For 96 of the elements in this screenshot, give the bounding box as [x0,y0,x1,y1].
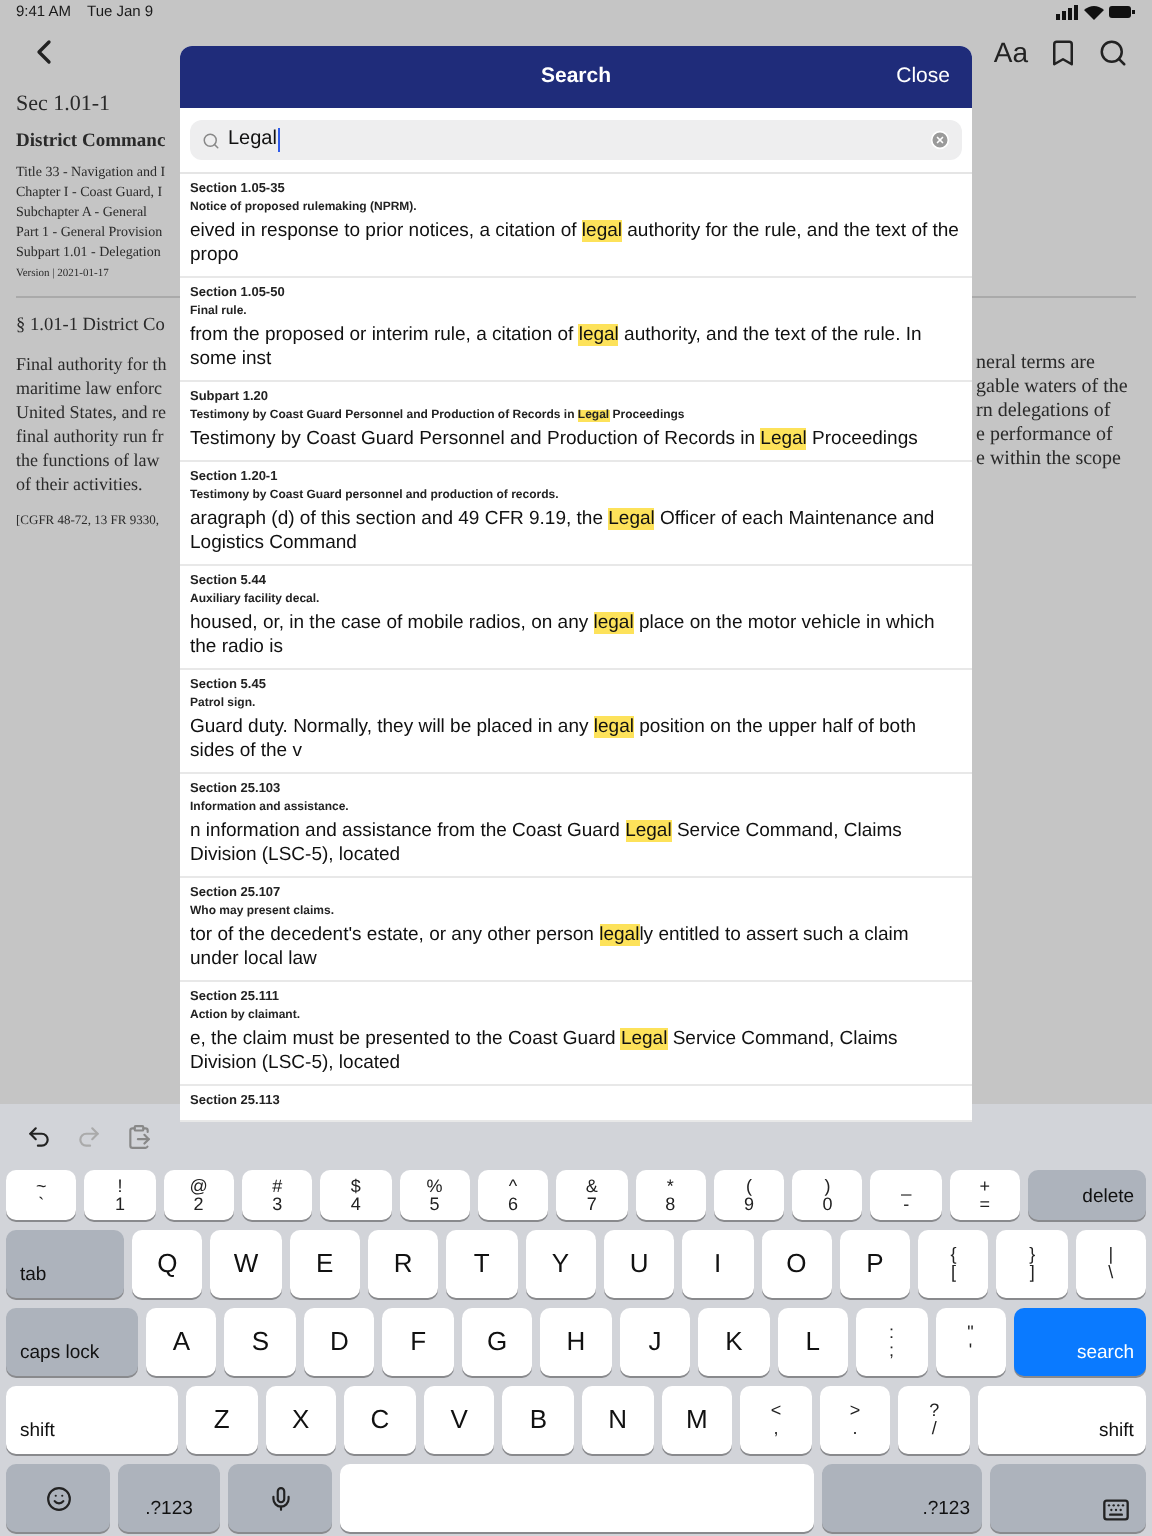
paste-icon[interactable] [126,1124,152,1150]
keyboard-key[interactable]: L [777,1308,849,1376]
keyboard-key[interactable]: : ; [856,1308,928,1376]
keyboard-key[interactable]: T [446,1230,518,1298]
keyboard-key[interactable]: R [367,1230,439,1298]
keyboard-key[interactable]: # 3 [241,1170,313,1220]
keyboard-key[interactable]: | \ [1075,1230,1147,1298]
keyboard-key[interactable]: < , [740,1386,812,1454]
body-text-line: e within the scope [976,448,1121,472]
font-size-button[interactable]: Aa [993,31,1028,73]
body-text-line: gable waters of the [976,376,1128,400]
search-input-text: Legal [228,128,281,152]
keyboard-key[interactable]: * 8 [635,1170,706,1220]
keyboard-key[interactable]: .?123 [822,1464,982,1532]
keyboard-key[interactable]: shift [977,1386,1146,1454]
keyboard-key[interactable]: delete [1028,1170,1147,1220]
keyboard-key[interactable]: ( 9 [713,1170,785,1220]
keyboard-key[interactable]: N [581,1386,654,1454]
body-text-line: of their activities. [16,472,143,496]
keyboard-key[interactable]: % 5 [399,1170,470,1220]
keyboard-key[interactable]: ! 1 [84,1170,156,1220]
body-text-line: final authority run fr [16,424,164,448]
keyboard-key[interactable]: > . [819,1386,891,1454]
keyboard-key[interactable]: K [698,1308,770,1376]
search-field[interactable]: Legal [190,120,962,160]
keyboard-key[interactable]: shift [6,1386,178,1454]
result-snippet: eived in response to prior notices, a citation of legal authority for the rule, and the text of the propo [190,220,961,268]
keyboard-key[interactable]: X [265,1386,337,1454]
body-text-line: the functions of law [16,448,160,472]
result-snippet: e, the claim must be presented to the Coast Guard Legal Service Command, Claims Division (LSC-5), located [190,1028,900,1076]
search-key[interactable]: search [1013,1308,1146,1376]
keyboard-key[interactable]: W [210,1230,282,1298]
result-snippet: tor of the decedent's estate, or any other person legally entitled to assert such a claim under local law [190,924,911,972]
result-snippet: housed, or, in the case of mobile radios, on any legal place on the motor vehicle in which the radio is [190,612,937,660]
search-icon [202,131,220,149]
result-snippet: Testimony by Coast Guard Personnel and Production of Records in Legal Proceedings [190,428,920,452]
body-text-line: Final authority for th [16,352,167,376]
keyboard-key[interactable]: ? / [898,1386,970,1454]
keyboard-key[interactable]: E [289,1230,360,1298]
keyboard-key[interactable]: V [423,1386,495,1454]
keyboard-key[interactable]: + = [949,1170,1021,1220]
body-text-line: maritime law enforc [16,376,162,400]
dialog-title: Search [540,61,612,92]
hide-keyboard-key[interactable] [990,1464,1146,1532]
keyboard-key[interactable]: B [502,1386,574,1454]
section-subheading: § 1.01-1 District Co [16,314,165,340]
keyboard-key[interactable]: Q [132,1230,203,1298]
keyboard-key[interactable]: D [303,1308,375,1376]
close-button[interactable]: Close [896,62,950,94]
keyboard-key[interactable]: M [661,1386,733,1454]
clear-icon[interactable] [930,130,950,150]
microphone-key[interactable] [228,1464,332,1532]
keyboard-key[interactable]: { [ [918,1230,989,1298]
keyboard-key[interactable]: Z [186,1386,258,1454]
keyboard-key[interactable]: P [839,1230,911,1298]
keyboard-key[interactable]: _ - [870,1170,942,1220]
keyboard-key[interactable]: J [619,1308,691,1376]
keyboard-key[interactable]: & 7 [556,1170,627,1220]
status-icons [1056,4,1136,20]
keyboard-key[interactable]: C [344,1386,416,1454]
keyboard-key[interactable]: I [682,1230,753,1298]
section-heading: District Commanc [16,130,166,156]
result-snippet: aragraph (d) of this section and 49 CFR 9.19, the Legal Officer of each Maintenance and Logistics Command [190,508,937,556]
body-text-line: e performance of [976,424,1113,448]
result-snippet: from the proposed or interim rule, a citation of legal authority, and the text of the rule. In some inst [190,324,924,372]
keyboard-key[interactable]: A [146,1308,217,1376]
body-text-line: rn delegations of [976,400,1111,424]
keyboard-key[interactable]: H [540,1308,612,1376]
keyboard-key[interactable]: S [224,1308,296,1376]
search-icon[interactable] [1098,37,1128,67]
result-snippet: Guard duty. Normally, they will be placed in any legal position on the upper half of both sides of the v [190,716,918,764]
section-number: Sec 1.01-1 [16,90,111,120]
keyboard-key[interactable]: caps lock [6,1308,138,1376]
keyboard-key[interactable]: @ 2 [163,1170,234,1220]
keyboard-key[interactable]: F [382,1308,454,1376]
emoji-key[interactable] [6,1464,110,1532]
keyboard-key[interactable]: } ] [996,1230,1068,1298]
keyboard-key[interactable]: O [761,1230,832,1298]
body-text-line: United States, and re [16,400,166,424]
keyboard-key[interactable]: ~ ` [6,1170,77,1220]
keyboard-key[interactable]: tab [6,1230,124,1298]
bookmark-icon[interactable] [1048,37,1078,67]
keyboard-key[interactable]: Y [525,1230,596,1298]
microphone-icon [267,1485,293,1511]
body-text-line: neral terms are [976,352,1095,376]
keyboard-key[interactable]: .?123 [118,1464,220,1532]
smiley-icon [45,1485,71,1511]
keyboard-key[interactable]: " ' [935,1308,1006,1376]
keyboard-key[interactable]: $ 4 [320,1170,392,1220]
keyboard-icon [1102,1496,1130,1524]
keyboard-key[interactable]: U [603,1230,675,1298]
result-snippet: n information and assistance from the Coast Guard Legal Service Command, Claims Division (LSC-5), located [190,820,904,868]
undo-icon[interactable] [26,1124,52,1150]
keyboard-key[interactable]: ) 0 [792,1170,863,1220]
keyboard-key[interactable]: ^ 6 [477,1170,549,1220]
keyboard-key[interactable]: G [461,1308,533,1376]
